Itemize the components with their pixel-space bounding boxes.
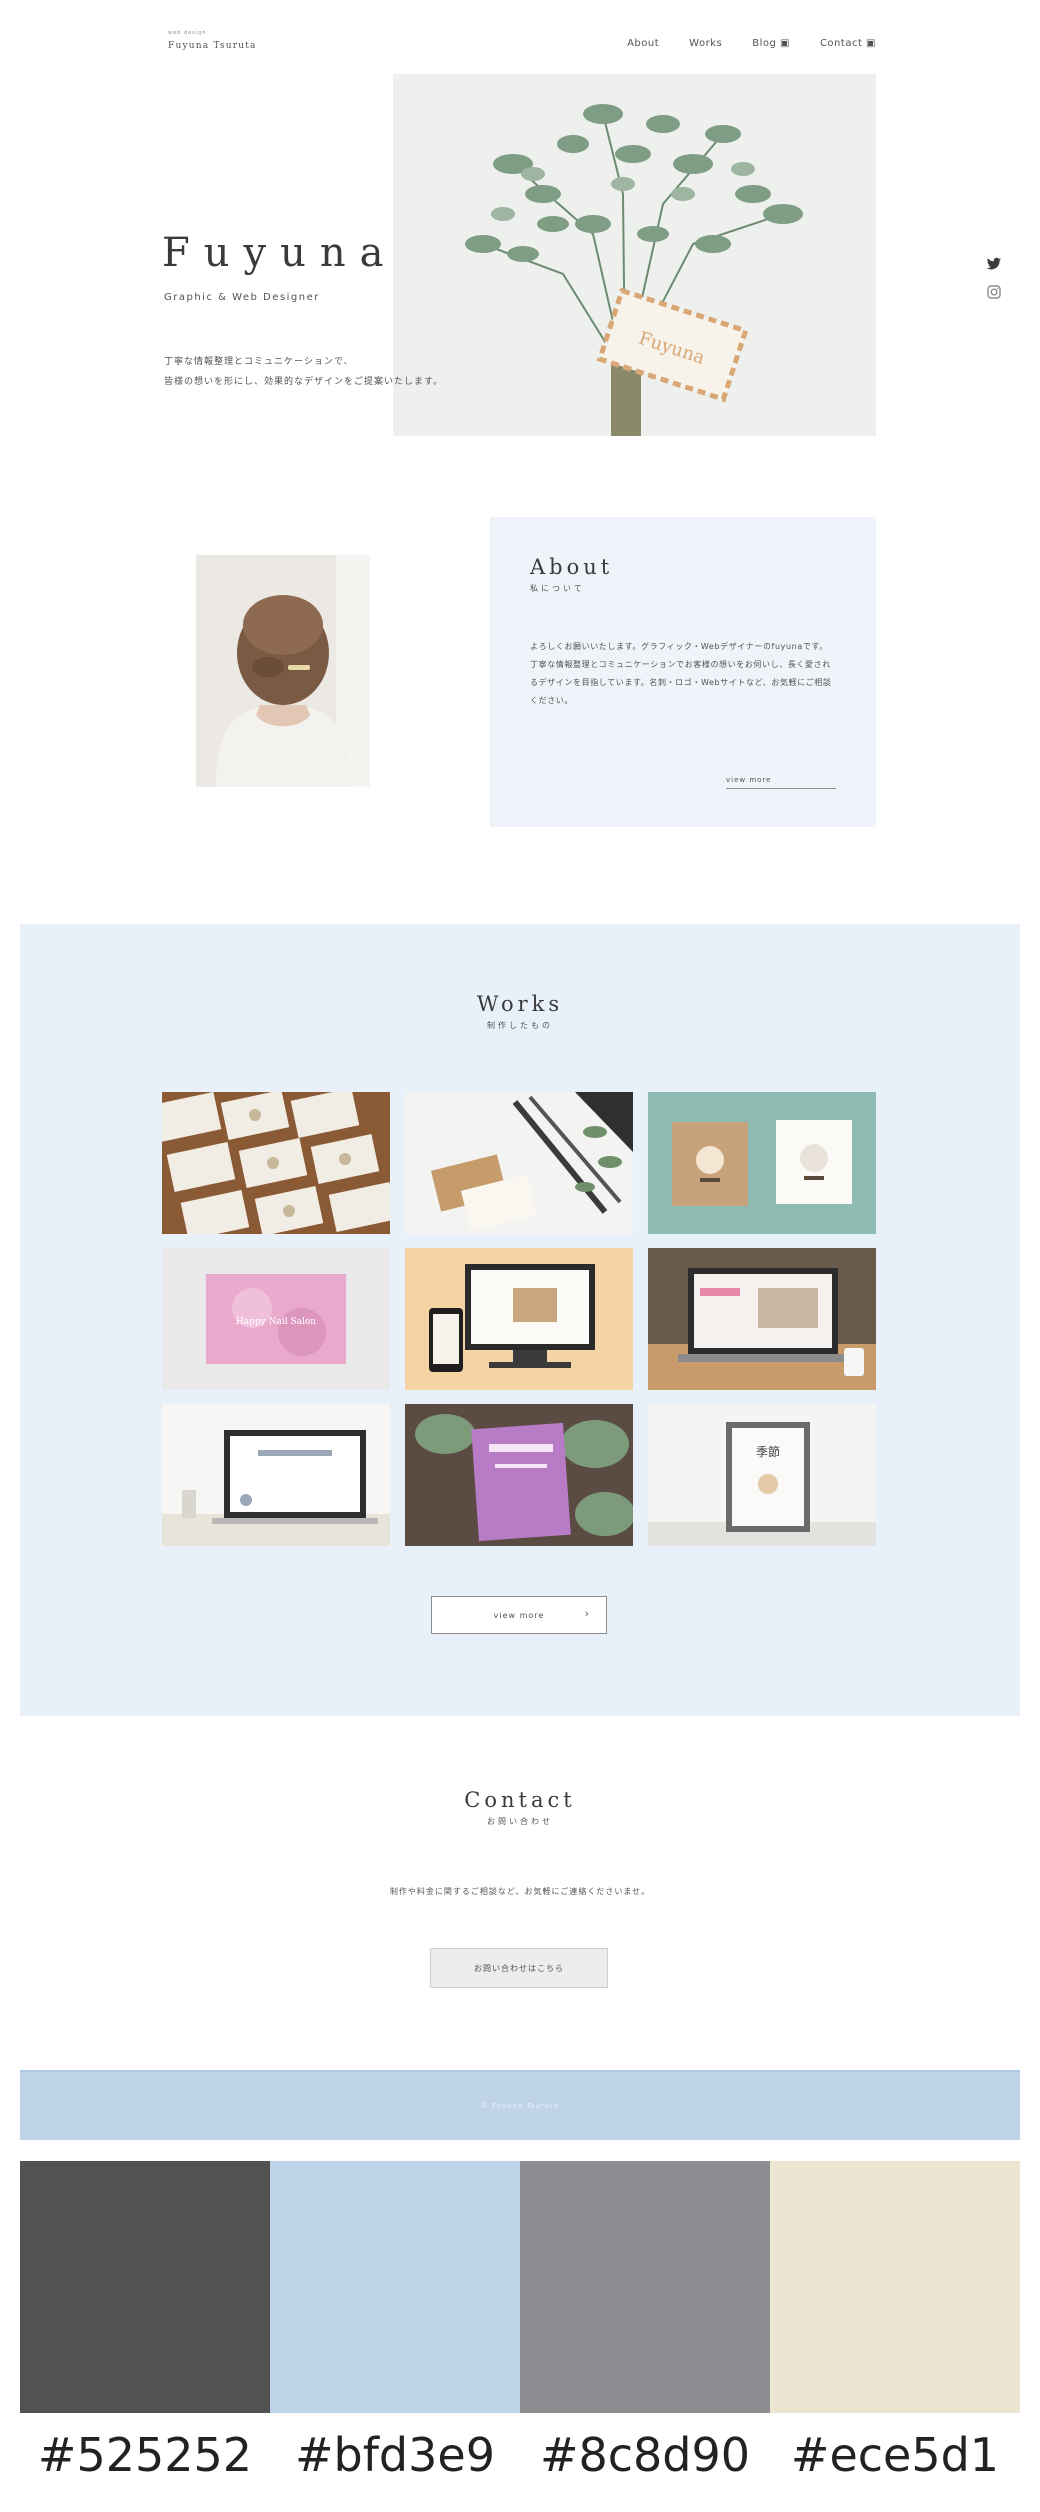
work-tile-business-cards[interactable]	[162, 1092, 390, 1234]
nav-about[interactable]: About	[627, 38, 659, 49]
works-view-more-button[interactable]: view more ›	[431, 1596, 607, 1634]
about-title: About	[530, 555, 614, 579]
works-heading: Works 制作したもの	[20, 992, 1020, 1031]
hero-desc-line-2: 皆様の想いを形にし、効果的なデザインをご提案いたします。	[164, 377, 444, 387]
hero-subtitle: Graphic & Web Designer	[164, 292, 320, 303]
contact-title: Contact	[464, 1788, 576, 1812]
work-tile-purple-sign[interactable]	[405, 1404, 633, 1546]
about-subtitle: 私について	[530, 584, 585, 593]
works-section: Works 制作したもの Happy Nail Salon 季節 view mo…	[20, 924, 1020, 1716]
svg-text:Happy Nail Salon: Happy Nail Salon	[236, 1317, 316, 1327]
swatch-dark-gray	[20, 2161, 270, 2413]
work-tile-responsive-site[interactable]	[405, 1248, 633, 1390]
swatch-gray	[520, 2161, 770, 2413]
main-nav: About Works Blog ▣ Contact ▣	[627, 38, 876, 49]
contact-subtitle: お問い合わせ	[487, 1817, 553, 1826]
contact-lead: 制作や料金に関するご相談など、お気軽にご連絡くださいませ。	[389, 1887, 651, 1896]
instagram-icon[interactable]	[986, 284, 1002, 300]
hex-label-4: #ece5d1	[790, 2428, 1000, 2482]
hex-label-3: #8c8d90	[539, 2428, 751, 2482]
works-view-more-label: view more	[493, 1610, 545, 1620]
site-footer: © Fuyuna Tsuruta	[20, 2070, 1020, 2140]
hero-description: 丁寧な情報整理とコミュニケーションで、 皆様の想いを形にし、効果的なデザインをご…	[164, 352, 564, 392]
work-tile-teal-cards[interactable]	[648, 1092, 876, 1234]
svg-text:季節: 季節	[756, 1444, 780, 1459]
color-palette	[20, 2161, 1020, 2413]
works-grid: Happy Nail Salon 季節	[162, 1092, 876, 1546]
twitter-icon[interactable]	[986, 256, 1002, 272]
social-links	[986, 256, 1002, 300]
works-subtitle: 制作したもの	[487, 1021, 553, 1030]
swatch-light-blue	[270, 2161, 520, 2413]
about-photo	[196, 555, 370, 787]
contact-heading: Contact お問い合わせ	[0, 1788, 1040, 1827]
nav-blog[interactable]: Blog ▣	[752, 38, 790, 49]
swatch-beige	[770, 2161, 1020, 2413]
palette-hex-labels: #525252 #bfd3e9 #8c8d90 #ece5d1	[20, 2428, 1020, 2482]
about-view-more-link[interactable]: view more	[726, 776, 836, 789]
nav-contact[interactable]: Contact ▣	[820, 38, 876, 49]
hex-label-2: #bfd3e9	[295, 2428, 495, 2482]
work-tile-kraft-card[interactable]	[405, 1092, 633, 1234]
work-tile-framed-poster[interactable]: 季節	[648, 1404, 876, 1546]
logo-subtitle: web design	[168, 30, 207, 36]
work-tile-pink-card[interactable]: Happy Nail Salon	[162, 1248, 390, 1390]
site-logo[interactable]: web design Fuyuna Tsuruta	[168, 30, 257, 51]
chevron-right-icon: ›	[584, 1607, 590, 1620]
work-tile-laptop-cafe[interactable]	[648, 1248, 876, 1390]
contact-button[interactable]: お問い合わせはこちら	[430, 1948, 608, 1988]
logo-name: Fuyuna Tsuruta	[168, 41, 257, 51]
nav-works[interactable]: Works	[689, 38, 722, 49]
works-title: Works	[476, 992, 564, 1016]
hex-label-1: #525252	[37, 2428, 253, 2482]
hero-desc-line-1: 丁寧な情報整理とコミュニケーションで、	[164, 357, 354, 367]
hero-title: Fuyuna	[162, 230, 398, 276]
work-tile-laptop-white[interactable]	[162, 1404, 390, 1546]
about-text: よろしくお願いいたします。グラフィック・Webデザイナーのfuyunaです。丁寧…	[530, 642, 832, 705]
copyright-text: © Fuyuna Tsuruta	[480, 2102, 560, 2110]
about-card: About 私について よろしくお願いいたします。グラフィック・Webデザイナー…	[490, 517, 876, 827]
